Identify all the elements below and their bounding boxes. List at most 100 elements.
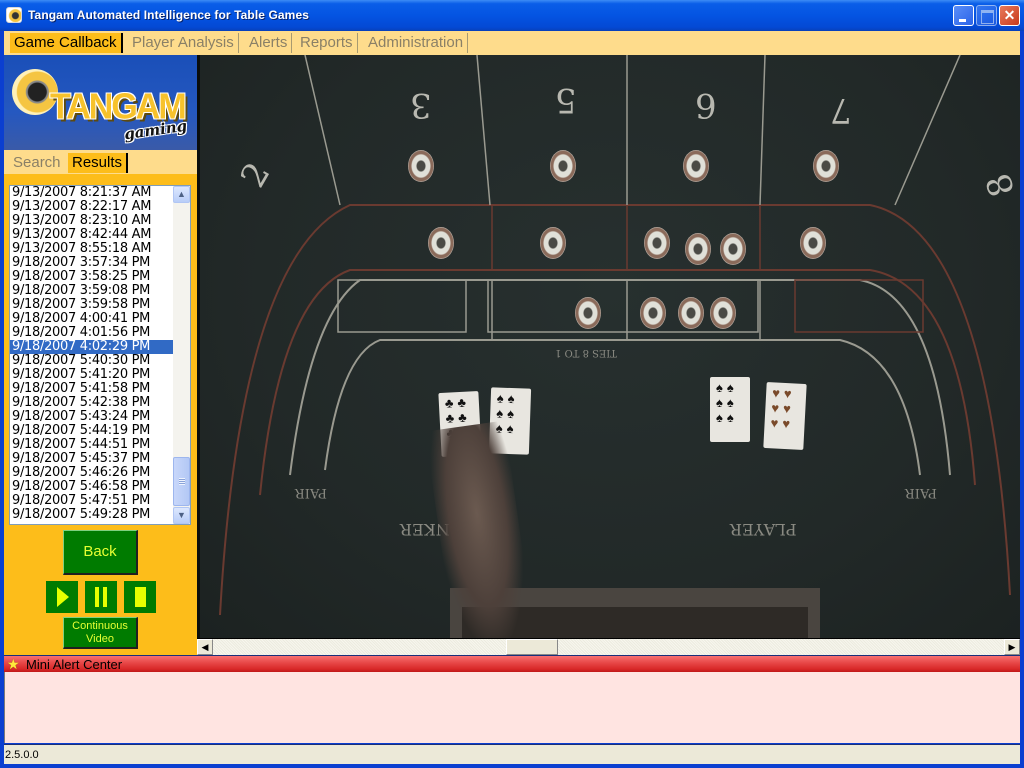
menu-game-callback[interactable]: Game Callback: [10, 33, 123, 53]
maximize-icon: [977, 6, 996, 25]
result-item[interactable]: 9/13/2007 8:22:17 AM: [10, 200, 174, 214]
result-item[interactable]: 9/18/2007 5:46:26 PM: [10, 466, 174, 480]
seat-number: 3: [410, 85, 432, 125]
result-item[interactable]: 9/18/2007 5:41:20 PM: [10, 368, 174, 382]
minimize-button[interactable]: [953, 5, 974, 26]
app-window: Tangam Automated Intelligence for Table …: [0, 0, 1024, 768]
chip-icon: [428, 227, 454, 259]
seat-number: 7: [830, 90, 852, 130]
continuous-video-button[interactable]: Continuous Video: [63, 617, 138, 649]
chip-icon: [800, 227, 826, 259]
continuous-label-line2: Video: [86, 633, 114, 645]
alert-center-body: [4, 672, 1020, 743]
horizontal-scroll-thumb[interactable]: [506, 639, 558, 655]
chip-icon: [644, 227, 670, 259]
chevron-up-icon: ▲: [177, 189, 186, 199]
chip-icon: [678, 297, 704, 329]
play-button[interactable]: [46, 581, 78, 613]
result-item[interactable]: 9/18/2007 5:41:58 PM: [10, 382, 174, 396]
chip-icon: [408, 150, 434, 182]
playing-card: ♥♥ ♥♥ ♥♥: [763, 381, 807, 451]
scroll-left-button[interactable]: ◀: [197, 639, 213, 655]
result-item[interactable]: 9/18/2007 4:02:29 PM: [10, 340, 174, 354]
menu-reports[interactable]: Reports: [296, 33, 358, 53]
app-icon: [6, 7, 22, 23]
table-label: TIES 8 TO 1: [555, 347, 617, 358]
minimize-icon: [954, 6, 973, 25]
alert-center-title: Mini Alert Center: [26, 657, 123, 672]
chip-icon: [550, 150, 576, 182]
result-item[interactable]: 9/18/2007 3:59:58 PM: [10, 298, 174, 312]
pause-icon: [95, 587, 107, 607]
scroll-up-button[interactable]: ▲: [173, 186, 190, 203]
chevron-left-icon: ◀: [201, 642, 209, 652]
status-bar: 2.5.0.0: [4, 744, 1020, 764]
chip-icon: [685, 233, 711, 265]
result-item[interactable]: 9/18/2007 5:47:51 PM: [10, 494, 174, 508]
result-item[interactable]: 9/13/2007 8:21:37 AM: [10, 186, 174, 200]
chevron-right-icon: ▶: [1008, 642, 1016, 652]
back-button[interactable]: Back: [63, 530, 138, 575]
main-menu: Game Callback Player Analysis Alerts Rep…: [4, 31, 1020, 55]
seat-number: 5: [555, 80, 577, 120]
result-item[interactable]: 9/18/2007 5:44:51 PM: [10, 438, 174, 452]
video-player[interactable]: 2 3 5 6 7 8 BANKER PLAYER PAIR PAIR TIES 8 TO 1 ♣♣…: [197, 55, 1020, 638]
chip-icon: [720, 233, 746, 265]
result-item[interactable]: 9/18/2007 5:40:30 PM: [10, 354, 174, 368]
chip-icon: [575, 297, 601, 329]
continuous-label-line1: Continuous: [72, 620, 128, 632]
chip-icon: [640, 297, 666, 329]
result-item[interactable]: 9/18/2007 3:58:25 PM: [10, 270, 174, 284]
version-label: 2.5.0.0: [5, 749, 39, 761]
chip-icon: [813, 150, 839, 182]
chevron-down-icon: ▼: [177, 510, 186, 520]
result-item[interactable]: 9/18/2007 3:59:08 PM: [10, 284, 174, 298]
result-item[interactable]: 9/18/2007 4:00:41 PM: [10, 312, 174, 326]
result-item[interactable]: 9/18/2007 5:44:19 PM: [10, 424, 174, 438]
table-label: PAIR: [905, 485, 937, 500]
menu-player-analysis[interactable]: Player Analysis: [128, 33, 239, 53]
title-bar[interactable]: Tangam Automated Intelligence for Table …: [0, 0, 1024, 31]
scroll-right-button[interactable]: ▶: [1004, 639, 1020, 655]
pause-button[interactable]: [85, 581, 117, 613]
maximize-button[interactable]: [976, 5, 997, 26]
results-list[interactable]: 9/13/2007 8:21:37 AM 9/13/2007 8:22:17 AM…: [9, 185, 191, 525]
menu-alerts[interactable]: Alerts: [245, 33, 293, 53]
playing-card: ♠♠ ♠♠ ♠♠: [710, 377, 750, 442]
menu-administration[interactable]: Administration: [364, 33, 469, 53]
results-list-items: 9/13/2007 8:21:37 AM 9/13/2007 8:22:17 AM…: [10, 186, 174, 522]
result-item[interactable]: 9/18/2007 5:46:58 PM: [10, 480, 174, 494]
results-scrollbar[interactable]: ▲ ▼: [173, 186, 190, 524]
tab-results[interactable]: Results: [68, 153, 129, 173]
result-item[interactable]: 9/13/2007 8:55:18 AM: [10, 242, 174, 256]
sidebar-tabs: Search Results: [4, 150, 197, 174]
scroll-thumb[interactable]: [173, 457, 190, 506]
result-item[interactable]: 9/18/2007 5:45:37 PM: [10, 452, 174, 466]
tab-search[interactable]: Search: [9, 153, 65, 173]
chip-icon: [710, 297, 736, 329]
window-title: Tangam Automated Intelligence for Table …: [28, 8, 309, 22]
chip-icon: [540, 227, 566, 259]
mini-alert-center-header: ★ Mini Alert Center: [4, 655, 1020, 672]
result-item[interactable]: 9/13/2007 8:42:44 AM: [10, 228, 174, 242]
chip-icon: [683, 150, 709, 182]
scroll-down-button[interactable]: ▼: [173, 507, 190, 524]
table-label: PLAYER: [730, 520, 797, 539]
result-item[interactable]: 9/18/2007 5:49:28 PM: [10, 508, 174, 522]
stop-icon: [135, 587, 146, 607]
close-button[interactable]: ✕: [999, 5, 1020, 26]
video-horizontal-scrollbar[interactable]: ◀ ▶: [197, 638, 1020, 655]
result-item[interactable]: 9/18/2007 3:57:34 PM: [10, 256, 174, 270]
star-icon: ★: [7, 656, 20, 672]
play-icon: [57, 587, 69, 607]
result-item[interactable]: 9/18/2007 5:42:38 PM: [10, 396, 174, 410]
close-icon: ✕: [1003, 7, 1016, 23]
sidebar: TANGAM gaming Search Results 9/13/2007 8…: [4, 55, 197, 655]
result-item[interactable]: 9/18/2007 5:43:24 PM: [10, 410, 174, 424]
table-label: PAIR: [295, 485, 327, 500]
result-item[interactable]: 9/18/2007 4:01:56 PM: [10, 326, 174, 340]
result-item[interactable]: 9/13/2007 8:23:10 AM: [10, 214, 174, 228]
seat-number: 6: [695, 85, 717, 125]
stop-button[interactable]: [124, 581, 156, 613]
tangam-logo: TANGAM gaming: [4, 55, 197, 150]
